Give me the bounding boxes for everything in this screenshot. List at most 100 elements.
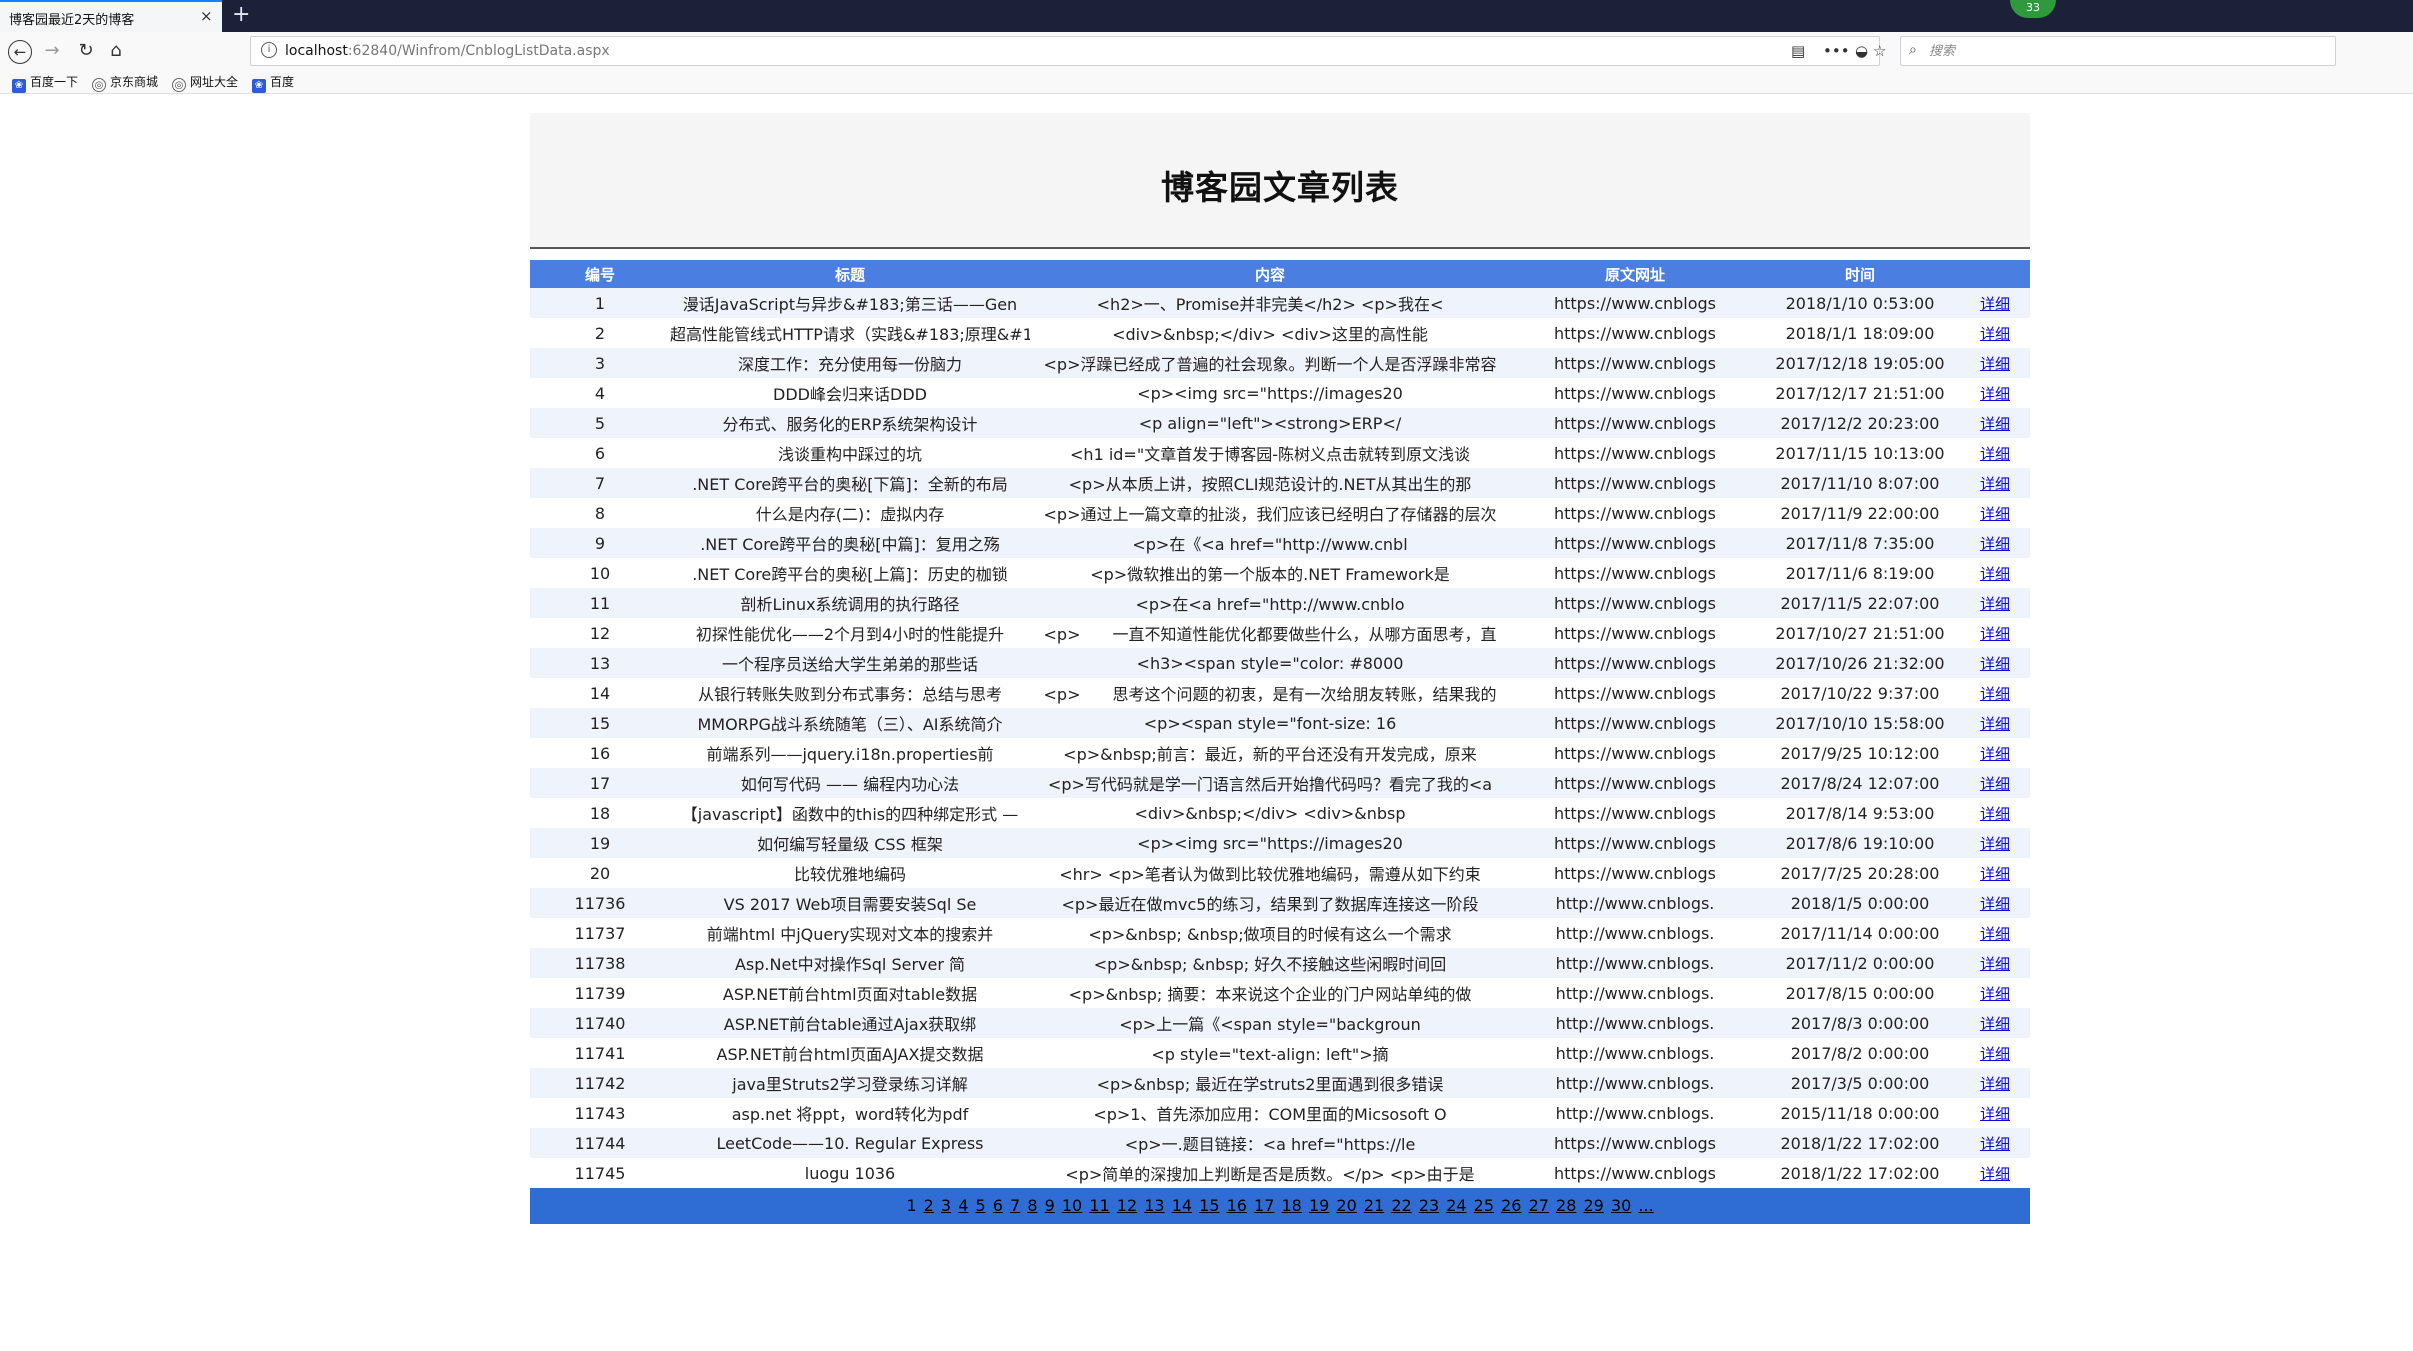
pager-more-link[interactable]: ... <box>1638 1196 1653 1215</box>
new-tab-button[interactable]: + <box>232 2 250 27</box>
pager-page-link[interactable]: 7 <box>1010 1196 1020 1215</box>
detail-link[interactable]: 详细 <box>1980 1075 2010 1093</box>
bookmark-baidu-search[interactable]: ❀ 百度一下 <box>12 73 78 93</box>
home-icon[interactable]: ⌂ <box>104 40 128 64</box>
cell-url: http://www.cnblogs. <box>1510 1038 1760 1068</box>
pager-page-link[interactable]: 25 <box>1474 1196 1494 1215</box>
pager-page-link[interactable]: 6 <box>993 1196 1003 1215</box>
cell-url: https://www.cnblogs <box>1510 858 1760 888</box>
search-input[interactable] <box>1929 41 2319 61</box>
cell-id: 12 <box>530 618 670 648</box>
bookmark-jd[interactable]: ◎ 京东商城 <box>92 73 158 92</box>
pager-page-link[interactable]: 27 <box>1529 1196 1549 1215</box>
pager-page-link[interactable]: 19 <box>1309 1196 1329 1215</box>
pager-page-link[interactable]: 21 <box>1364 1196 1384 1215</box>
pager-page-link[interactable]: 14 <box>1172 1196 1192 1215</box>
bookmark-baidu[interactable]: ❀ 百度 <box>252 73 294 93</box>
detail-link[interactable]: 详细 <box>1980 625 2010 643</box>
pager-page-link[interactable]: 26 <box>1501 1196 1521 1215</box>
pocket-icon[interactable]: ◒ <box>1855 42 1868 60</box>
detail-link[interactable]: 详细 <box>1980 415 2010 433</box>
pager-page-link[interactable]: 15 <box>1199 1196 1219 1215</box>
cell-detail: 详细 <box>1960 498 2030 528</box>
detail-link[interactable]: 详细 <box>1980 475 2010 493</box>
detail-link[interactable]: 详细 <box>1980 775 2010 793</box>
detail-link[interactable]: 详细 <box>1980 445 2010 463</box>
detail-link[interactable]: 详细 <box>1980 1165 2010 1183</box>
detail-link[interactable]: 详细 <box>1980 295 2010 313</box>
detail-link[interactable]: 详细 <box>1980 835 2010 853</box>
column-header-id: 编号 <box>530 260 670 288</box>
detail-link[interactable]: 详细 <box>1980 565 2010 583</box>
pager-page-link[interactable]: 8 <box>1027 1196 1037 1215</box>
detail-link[interactable]: 详细 <box>1980 805 2010 823</box>
detail-link[interactable]: 详细 <box>1980 1105 2010 1123</box>
cell-detail: 详细 <box>1960 1128 2030 1158</box>
bookmark-star-icon[interactable]: ☆ <box>1873 42 1886 60</box>
cell-detail: 详细 <box>1960 408 2030 438</box>
table-row: 11742 java里Struts2学习登录练习详解 <p>&nbsp; 最近在学s… <box>530 1068 2030 1098</box>
pager-page-link[interactable]: 24 <box>1446 1196 1466 1215</box>
pager-page-link[interactable]: 3 <box>941 1196 951 1215</box>
pager-page-link[interactable]: 10 <box>1062 1196 1082 1215</box>
detail-link[interactable]: 详细 <box>1980 355 2010 373</box>
detail-link[interactable]: 详细 <box>1980 745 2010 763</box>
detail-link[interactable]: 详细 <box>1980 505 2010 523</box>
pager-page-link[interactable]: 18 <box>1282 1196 1302 1215</box>
pager-page-link[interactable]: 16 <box>1227 1196 1247 1215</box>
pager-page-link[interactable]: 12 <box>1117 1196 1137 1215</box>
pager-page-link[interactable]: 2 <box>924 1196 934 1215</box>
pager-page-link[interactable]: 5 <box>975 1196 985 1215</box>
pager-page-link[interactable]: 4 <box>958 1196 968 1215</box>
page-actions-icon[interactable]: ••• <box>1823 42 1850 60</box>
detail-link[interactable]: 详细 <box>1980 1015 2010 1033</box>
site-info-icon[interactable]: i <box>261 42 277 58</box>
cell-url: http://www.cnblogs. <box>1510 918 1760 948</box>
pager-page-link[interactable]: 29 <box>1583 1196 1603 1215</box>
detail-link[interactable]: 详细 <box>1980 895 2010 913</box>
detail-link[interactable]: 详细 <box>1980 925 2010 943</box>
table-row: 10 .NET Core跨平台的奥秘[上篇]：历史的枷锁 <p>微软推出的第一个版本… <box>530 558 2030 588</box>
address-bar[interactable]: i localhost:62840/Winfrom/CnblogListData… <box>250 36 1886 66</box>
url-text[interactable]: localhost:62840/Winfrom/CnblogListData.a… <box>285 43 610 59</box>
bookmarks-bar: ❀ 百度一下 ◎ 京东商城 ◎ 网址大全 ❀ 百度 <box>0 70 2413 94</box>
pager-page-link[interactable]: 17 <box>1254 1196 1274 1215</box>
extension-badge[interactable]: 33 <box>2010 0 2056 18</box>
forward-arrow-icon[interactable]: → <box>40 40 64 64</box>
detail-link[interactable]: 详细 <box>1980 715 2010 733</box>
pager-page-link[interactable]: 13 <box>1144 1196 1164 1215</box>
detail-link[interactable]: 详细 <box>1980 595 2010 613</box>
search-bar[interactable]: ⌕ <box>1900 36 2336 66</box>
cell-title: 剖析Linux系统调用的执行路径 <box>670 588 1030 618</box>
pager-page-link[interactable]: 9 <box>1045 1196 1055 1215</box>
detail-link[interactable]: 详细 <box>1980 1135 2010 1153</box>
pager-page-link[interactable]: 23 <box>1419 1196 1439 1215</box>
table-row: 15 MMORPG战斗系统随笔（三）、AI系统简介 <p><span style="… <box>530 708 2030 738</box>
reload-icon[interactable]: ↻ <box>74 40 98 64</box>
cell-time: 2017/8/3 0:00:00 <box>1760 1008 1960 1038</box>
close-tab-icon[interactable]: × <box>200 7 213 25</box>
cell-id: 16 <box>530 738 670 768</box>
cell-id: 18 <box>530 798 670 828</box>
detail-link[interactable]: 详细 <box>1980 1045 2010 1063</box>
detail-link[interactable]: 详细 <box>1980 985 2010 1003</box>
browser-tab[interactable]: 博客园最近2天的博客 × <box>0 0 222 32</box>
cell-url: https://www.cnblogs <box>1510 378 1760 408</box>
pager-page-link[interactable]: 22 <box>1391 1196 1411 1215</box>
table-header-row: 编号 标题 内容 原文网址 时间 <box>530 260 2030 288</box>
pager-page-link[interactable]: 28 <box>1556 1196 1576 1215</box>
detail-link[interactable]: 详细 <box>1980 685 2010 703</box>
detail-link[interactable]: 详细 <box>1980 655 2010 673</box>
detail-link[interactable]: 详细 <box>1980 535 2010 553</box>
detail-link[interactable]: 详细 <box>1980 325 2010 343</box>
back-arrow-icon[interactable]: ← <box>8 40 32 64</box>
cell-content: <p>在《<a href="http://www.cnbl <box>1030 528 1510 558</box>
pager-page-link[interactable]: 20 <box>1336 1196 1356 1215</box>
pager-page-link[interactable]: 11 <box>1089 1196 1109 1215</box>
detail-link[interactable]: 详细 <box>1980 385 2010 403</box>
reader-view-icon[interactable]: ▤ <box>1791 42 1805 60</box>
bookmark-hao123[interactable]: ◎ 网址大全 <box>172 73 238 92</box>
detail-link[interactable]: 详细 <box>1980 865 2010 883</box>
detail-link[interactable]: 详细 <box>1980 955 2010 973</box>
pager-page-link[interactable]: 30 <box>1611 1196 1631 1215</box>
